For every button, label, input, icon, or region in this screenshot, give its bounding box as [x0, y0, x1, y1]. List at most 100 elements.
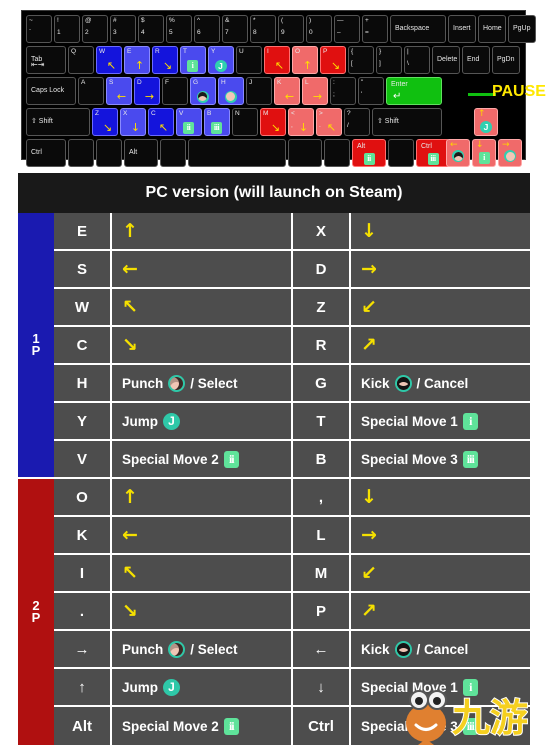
key--[interactable]: | \: [404, 46, 430, 74]
key-backspace[interactable]: Backspace: [390, 15, 446, 43]
key--[interactable]: {[: [348, 46, 374, 74]
key-binding-right: B: [293, 441, 351, 477]
key-arrow-cluster-3[interactable]: →: [498, 139, 522, 167]
key-label-top: —: [337, 17, 344, 24]
key-y[interactable]: YJ: [208, 46, 234, 74]
key-r[interactable]: R ↘: [152, 46, 178, 74]
key-k[interactable]: K ←: [274, 77, 300, 105]
key-v[interactable]: Vii: [176, 108, 202, 136]
key-ctrl[interactable]: Ctrl: [26, 139, 66, 167]
key--[interactable]: @2: [82, 15, 108, 43]
key-f[interactable]: F: [162, 77, 188, 105]
action-cell-right-1-5: Special Move 1i: [351, 669, 530, 705]
key-o[interactable]: O ↑: [292, 46, 318, 74]
key-delete[interactable]: Delete: [432, 46, 460, 74]
action-label: Special Move 2: [122, 718, 219, 734]
key-enter[interactable]: Enter ↵: [386, 77, 442, 105]
key-label-top: W: [99, 48, 106, 55]
key-end[interactable]: End: [462, 46, 490, 74]
special-move-2-icon: ii: [363, 152, 375, 165]
key--[interactable]: <, ↓: [288, 108, 314, 136]
key-caps-lock[interactable]: Caps Lock: [26, 77, 76, 105]
key-blank[interactable]: [388, 139, 414, 167]
key-arrow-cluster-1[interactable]: ←: [446, 139, 470, 167]
key-label: Ctrl: [421, 143, 432, 150]
key--[interactable]: $4: [138, 15, 164, 43]
key-blank[interactable]: [96, 139, 122, 167]
key-h[interactable]: H: [218, 77, 244, 105]
key-home[interactable]: Home: [478, 15, 506, 43]
key-j[interactable]: J: [246, 77, 272, 105]
key--shift[interactable]: ⇧ Shift: [372, 108, 442, 136]
key-pgdn[interactable]: PgDn: [492, 46, 520, 74]
key-glyph: ↓: [129, 121, 142, 134]
key--[interactable]: & 7: [222, 15, 248, 43]
key--[interactable]: ^ 6: [194, 15, 220, 43]
key-label-top: |: [407, 48, 409, 55]
key-label-top: P: [323, 48, 328, 55]
key-m[interactable]: M ↘: [260, 108, 286, 136]
key--[interactable]: ~ `: [26, 15, 52, 43]
key-arrow-cluster-0[interactable]: ↑ J: [474, 108, 498, 136]
key-glyph: iii: [210, 121, 223, 134]
key-w[interactable]: W ↖: [96, 46, 122, 74]
key-z[interactable]: Z ↘: [92, 108, 118, 136]
key-x[interactable]: X ↓: [120, 108, 146, 136]
key-arrow-label: ↑: [478, 109, 486, 119]
key--[interactable]: — –: [334, 15, 360, 43]
key-glyph: ii: [182, 121, 195, 134]
key--[interactable]: % 5: [166, 15, 192, 43]
key-tab[interactable]: Tab ⇤⇥: [26, 46, 66, 74]
key-blank[interactable]: [160, 139, 186, 167]
key-a[interactable]: A: [78, 77, 104, 105]
key-s[interactable]: S ←: [106, 77, 132, 105]
key-ctrl[interactable]: Ctrl iii: [416, 139, 450, 167]
key-blank[interactable]: [324, 139, 350, 167]
key-q[interactable]: Q: [68, 46, 94, 74]
key-alt[interactable]: Alt ii: [352, 139, 386, 167]
key-g[interactable]: G: [190, 77, 216, 105]
key-binding-right: M: [293, 555, 351, 591]
direction-arrow-icon: ↗: [361, 333, 377, 356]
key--[interactable]: ! 1: [54, 15, 80, 43]
key-u[interactable]: U: [236, 46, 262, 74]
arrow-right-icon: →: [312, 90, 323, 103]
key-arrow-cluster-2[interactable]: ↓ i: [472, 139, 496, 167]
key-label-bottom: \: [407, 60, 409, 67]
key--shift[interactable]: ⇧ Shift: [26, 108, 90, 136]
key-c[interactable]: C ↖: [148, 108, 174, 136]
arrow-dr-icon: ↘: [102, 121, 113, 134]
special-move-1-icon: i: [187, 59, 198, 72]
key-insert[interactable]: Insert: [448, 15, 476, 43]
key-blank[interactable]: [288, 139, 322, 167]
key-label-bottom: 8: [253, 29, 257, 36]
key-label: ⇧ Shift: [31, 118, 53, 125]
key-p[interactable]: P ↘: [320, 46, 346, 74]
key-b[interactable]: Biii: [204, 108, 230, 136]
key--[interactable]: :;: [330, 77, 356, 105]
key--[interactable]: >. ↖: [316, 108, 342, 136]
key-i[interactable]: I ↖: [264, 46, 290, 74]
key-pgup[interactable]: PgUp: [508, 15, 536, 43]
key--[interactable]: * 8: [250, 15, 276, 43]
key--[interactable]: (9: [278, 15, 304, 43]
action-cell-left-0-0: ↑: [112, 213, 293, 249]
key-l[interactable]: L →: [302, 77, 328, 105]
key-e[interactable]: E ↑: [124, 46, 150, 74]
key-t[interactable]: Ti: [180, 46, 206, 74]
key-n[interactable]: N: [232, 108, 258, 136]
key--[interactable]: ? /: [344, 108, 370, 136]
key--[interactable]: + =: [362, 15, 388, 43]
key--[interactable]: ) 0: [306, 15, 332, 43]
key--[interactable]: #3: [110, 15, 136, 43]
key--[interactable]: }]: [376, 46, 402, 74]
key-glyph: ↘: [329, 59, 342, 72]
key-blank[interactable]: [188, 139, 286, 167]
key-blank[interactable]: [68, 139, 94, 167]
key-label-bottom: [: [351, 60, 353, 67]
action-cell-left-0-1: ←: [112, 251, 293, 287]
key-d[interactable]: D →: [134, 77, 160, 105]
key--[interactable]: " ': [358, 77, 384, 105]
keyboard-row-1: Tab ⇤⇥ Q W ↖ E ↑ R ↘ Ti Y J U I ↖ O ↑ P ↘{[}] | \ Delete End Pg…: [26, 46, 522, 74]
key-alt[interactable]: Alt: [124, 139, 158, 167]
